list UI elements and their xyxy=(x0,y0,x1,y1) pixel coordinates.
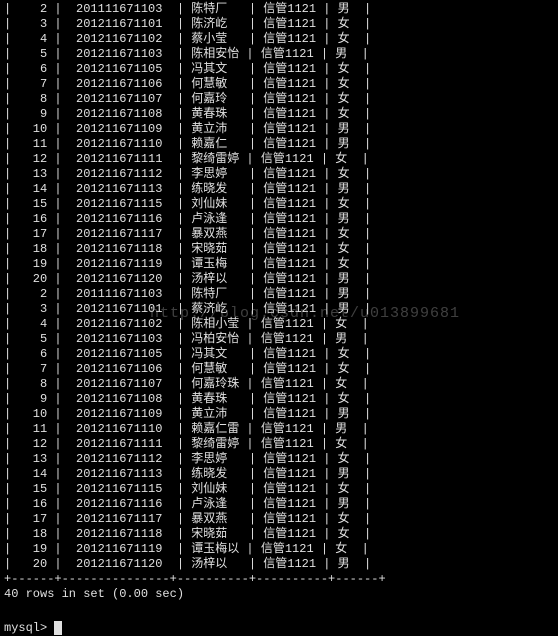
table-row: | 2 | 201111671103 | 陈特厂 | 信管1121 | 男 | xyxy=(4,287,554,302)
table-row: | 16 | 201211671116 | 卢泳逢 | 信管1121 | 男 | xyxy=(4,497,554,512)
table-row: | 4 | 201211671102 | 陈相小莹 | 信管1121 | 女 | xyxy=(4,317,554,332)
table-row: | 11 | 201211671110 | 赖嘉仁雷 | 信管1121 | 男 … xyxy=(4,422,554,437)
table-row: | 16 | 201211671116 | 卢泳逢 | 信管1121 | 男 | xyxy=(4,212,554,227)
table-row: | 18 | 201211671118 | 宋晓茹 | 信管1121 | 女 | xyxy=(4,527,554,542)
table-row: | 3 | 201211671101 | 陈济屹 | 信管1121 | 女 | xyxy=(4,17,554,32)
table-row: | 8 | 201211671107 | 何嘉玲珠 | 信管1121 | 女 | xyxy=(4,377,554,392)
table-row: | 20 | 201211671120 | 汤梓以 | 信管1121 | 男 | xyxy=(4,272,554,287)
table-row: | 15 | 201211671115 | 刘仙妹 | 信管1121 | 女 | xyxy=(4,482,554,497)
table-row: | 5 | 201211671103 | 冯柏安怡 | 信管1121 | 男 | xyxy=(4,332,554,347)
table-row: | 6 | 201211671105 | 冯其文 | 信管1121 | 女 | xyxy=(4,347,554,362)
table-row: | 19 | 201211671119 | 谭玉梅 | 信管1121 | 女 | xyxy=(4,257,554,272)
table-row: | 10 | 201211671109 | 黄立沛 | 信管1121 | 男 | xyxy=(4,122,554,137)
table-row: | 4 | 201211671102 | 蔡小莹 | 信管1121 | 女 | xyxy=(4,32,554,47)
table-row: | 17 | 201211671117 | 暴双燕 | 信管1121 | 女 | xyxy=(4,227,554,242)
table-row: | 10 | 201211671109 | 黄立沛 | 信管1121 | 男 | xyxy=(4,407,554,422)
mysql-prompt[interactable]: mysql> _ xyxy=(4,621,554,636)
table-row: | 12 | 201211671111 | 黎绮雷婷 | 信管1121 | 女 … xyxy=(4,152,554,167)
table-row: | 5 | 201211671103 | 陈相安怡 | 信管1121 | 男 | xyxy=(4,47,554,62)
table-row: | 3 | 201211671101 | 蔡济屹 | 信管1121 | 男 | xyxy=(4,302,554,317)
query-result-table: | 2 | 201111671103 | 陈特厂 | 信管1121 | 男 ||… xyxy=(4,2,554,572)
table-row: | 14 | 201211671113 | 练晓发 | 信管1121 | 男 | xyxy=(4,467,554,482)
table-row: | 17 | 201211671117 | 暴双燕 | 信管1121 | 女 | xyxy=(4,512,554,527)
table-row: | 20 | 201211671120 | 汤梓以 | 信管1121 | 男 | xyxy=(4,557,554,572)
table-row: | 9 | 201211671108 | 黄春珠 | 信管1121 | 女 | xyxy=(4,392,554,407)
table-row: | 13 | 201211671112 | 李思婷 | 信管1121 | 女 | xyxy=(4,167,554,182)
table-row: | 11 | 201211671110 | 赖嘉仁 | 信管1121 | 男 | xyxy=(4,137,554,152)
table-row: | 7 | 201211671106 | 何慧敏 | 信管1121 | 女 | xyxy=(4,77,554,92)
table-row: | 8 | 201211671107 | 何嘉玲 | 信管1121 | 女 | xyxy=(4,92,554,107)
table-separator: +------+---------------+----------+-----… xyxy=(4,572,554,587)
table-row: | 19 | 201211671119 | 谭玉梅以 | 信管1121 | 女 … xyxy=(4,542,554,557)
table-row: | 7 | 201211671106 | 何慧敏 | 信管1121 | 女 | xyxy=(4,362,554,377)
table-row: | 15 | 201211671115 | 刘仙妹 | 信管1121 | 女 | xyxy=(4,197,554,212)
table-row: | 12 | 201211671111 | 黎绮雷婷 | 信管1121 | 女 … xyxy=(4,437,554,452)
table-row: | 18 | 201211671118 | 宋晓茹 | 信管1121 | 女 | xyxy=(4,242,554,257)
table-row: | 13 | 201211671112 | 李思婷 | 信管1121 | 女 | xyxy=(4,452,554,467)
table-row: | 2 | 201111671103 | 陈特厂 | 信管1121 | 男 | xyxy=(4,2,554,17)
table-row: | 9 | 201211671108 | 黄春珠 | 信管1121 | 女 | xyxy=(4,107,554,122)
table-row: | 14 | 201211671113 | 练晓发 | 信管1121 | 男 | xyxy=(4,182,554,197)
table-row: | 6 | 201211671105 | 冯其文 | 信管1121 | 女 | xyxy=(4,62,554,77)
